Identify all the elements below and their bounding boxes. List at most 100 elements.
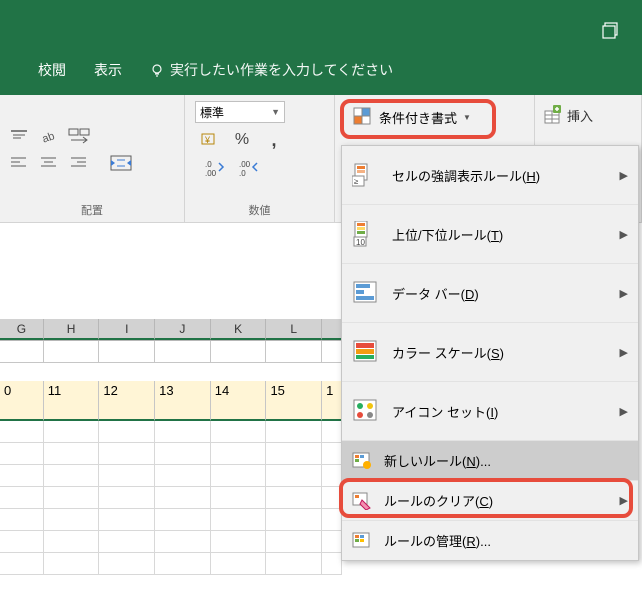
- tell-me-placeholder: 実行したい作業を入力してください: [170, 60, 393, 80]
- cond-format-label: 条件付き書式: [379, 108, 457, 127]
- chevron-down-icon: ▼: [463, 113, 471, 122]
- restore-icon: [602, 22, 620, 40]
- menu-icon-sets[interactable]: アイコン セット(I) ▶: [342, 382, 638, 441]
- align-top-button[interactable]: [8, 126, 30, 148]
- align-left-icon: [10, 156, 28, 170]
- tell-me-search[interactable]: 実行したい作業を入力してください: [150, 60, 393, 80]
- data-bars-icon: [352, 280, 380, 306]
- ribbon-titlebar: 校閲 表示 実行したい作業を入力してください: [0, 0, 642, 95]
- align-left-button[interactable]: [8, 152, 30, 174]
- menu-new-rule[interactable]: 新しいルール(N)...: [342, 441, 638, 481]
- align-right-button[interactable]: [68, 152, 90, 174]
- align-center-button[interactable]: [38, 152, 60, 174]
- tab-view[interactable]: 表示: [94, 60, 122, 80]
- wrap-text-button[interactable]: [68, 126, 90, 148]
- menu-label: 上位/下位ルール(T): [392, 225, 608, 244]
- top-bottom-icon: 10: [352, 221, 380, 247]
- conditional-format-menu: ≥ セルの強調表示ルール(H) ▶ 10 上位/下位ルール(T) ▶ データ バ…: [341, 145, 639, 561]
- conditional-formatting-button[interactable]: 条件付き書式 ▼: [347, 105, 526, 129]
- align-right-icon: [70, 156, 88, 170]
- tab-review[interactable]: 校閲: [38, 60, 66, 80]
- menu-manage-rules[interactable]: ルールの管理(R)...: [342, 521, 638, 560]
- insert-label: 挿入: [567, 106, 593, 125]
- orientation-icon: ab: [40, 129, 58, 145]
- insert-cells-icon: [543, 105, 563, 125]
- number-format-select[interactable]: 標準 ▼: [195, 101, 285, 123]
- column-header-l[interactable]: L: [266, 319, 322, 340]
- insert-cells-button[interactable]: 挿入: [543, 105, 633, 125]
- color-scales-icon: [352, 339, 380, 365]
- menu-data-bars[interactable]: データ バー(D) ▶: [342, 264, 638, 323]
- submenu-arrow-icon: ▶: [620, 346, 628, 359]
- cell[interactable]: 1: [322, 381, 342, 421]
- table-row[interactable]: 0 11 12 13 14 15 1: [0, 381, 342, 421]
- svg-text:.0: .0: [239, 169, 246, 176]
- cell[interactable]: [322, 341, 342, 363]
- icon-sets-icon: [352, 398, 380, 424]
- menu-clear-rules[interactable]: ルールのクリア(C) ▶: [342, 481, 638, 521]
- increase-decimal-icon: .0.00: [205, 160, 227, 176]
- svg-text:ab: ab: [41, 130, 57, 145]
- menu-label: ルールの管理(R)...: [384, 531, 628, 550]
- column-headers[interactable]: G H I J K L: [0, 319, 342, 341]
- window-restore-button[interactable]: [602, 22, 620, 43]
- svg-text:.00: .00: [205, 169, 217, 176]
- submenu-arrow-icon: ▶: [620, 169, 628, 182]
- cell[interactable]: [211, 341, 267, 363]
- svg-text:10: 10: [356, 238, 365, 247]
- decrease-decimal-icon: .00.0: [239, 160, 261, 176]
- group-number: 標準 ▼ ¥ % , .0.00 .00.0 数値: [185, 95, 335, 222]
- manage-rules-icon: [352, 532, 372, 550]
- svg-text:.00: .00: [239, 160, 251, 169]
- lightbulb-icon: [150, 63, 164, 77]
- column-header-h[interactable]: H: [44, 319, 100, 340]
- decrease-decimal-button[interactable]: .00.0: [239, 157, 261, 179]
- cell[interactable]: 11: [44, 381, 100, 421]
- column-header-partial[interactable]: [322, 319, 342, 340]
- svg-text:.0: .0: [205, 160, 212, 169]
- conditional-formatting-icon: [353, 107, 373, 127]
- orientation-button[interactable]: ab: [38, 126, 60, 148]
- group-label-number: 数値: [193, 198, 326, 218]
- column-header-k[interactable]: K: [211, 319, 267, 340]
- menu-highlight-rules[interactable]: ≥ セルの強調表示ルール(H) ▶: [342, 146, 638, 205]
- cell[interactable]: 0: [0, 381, 44, 421]
- cell[interactable]: [99, 341, 155, 363]
- submenu-arrow-icon: ▶: [620, 287, 628, 300]
- increase-decimal-button[interactable]: .0.00: [205, 157, 227, 179]
- wrap-text-icon: [68, 128, 90, 146]
- sheet-blank-area: [0, 223, 342, 319]
- submenu-arrow-icon: ▶: [620, 405, 628, 418]
- empty-grid[interactable]: [0, 421, 342, 575]
- menu-label: カラー スケール(S): [392, 343, 608, 362]
- align-center-icon: [40, 156, 58, 170]
- table-row[interactable]: [0, 341, 342, 381]
- column-header-j[interactable]: J: [155, 319, 211, 340]
- percent-button[interactable]: %: [231, 129, 253, 151]
- accounting-format-button[interactable]: ¥: [199, 129, 221, 151]
- merge-cells-button[interactable]: [110, 152, 132, 174]
- cell[interactable]: [155, 341, 211, 363]
- cell[interactable]: 15: [266, 381, 322, 421]
- spreadsheet-grid[interactable]: G H I J K L 0 11 12 13 14 15 1: [0, 223, 342, 592]
- column-header-g[interactable]: G: [0, 319, 44, 340]
- cell[interactable]: 12: [99, 381, 155, 421]
- menu-label: 新しいルール(N)...: [384, 451, 628, 470]
- column-header-i[interactable]: I: [99, 319, 155, 340]
- chevron-down-icon: ▼: [271, 107, 280, 117]
- merge-cells-icon: [110, 154, 132, 172]
- highlight-rules-icon: ≥: [352, 162, 380, 188]
- menu-top-bottom-rules[interactable]: 10 上位/下位ルール(T) ▶: [342, 205, 638, 264]
- cell[interactable]: [0, 341, 44, 363]
- menu-color-scales[interactable]: カラー スケール(S) ▶: [342, 323, 638, 382]
- cell[interactable]: 14: [211, 381, 267, 421]
- cell[interactable]: [266, 341, 322, 363]
- menu-label: ルールのクリア(C): [384, 491, 608, 510]
- submenu-arrow-icon: ▶: [620, 494, 628, 507]
- comma-button[interactable]: ,: [263, 129, 285, 151]
- menu-label: セルの強調表示ルール(H): [392, 166, 608, 185]
- cell[interactable]: 13: [155, 381, 211, 421]
- currency-icon: ¥: [200, 132, 220, 148]
- cell[interactable]: [44, 341, 100, 363]
- align-top-icon: [9, 129, 29, 145]
